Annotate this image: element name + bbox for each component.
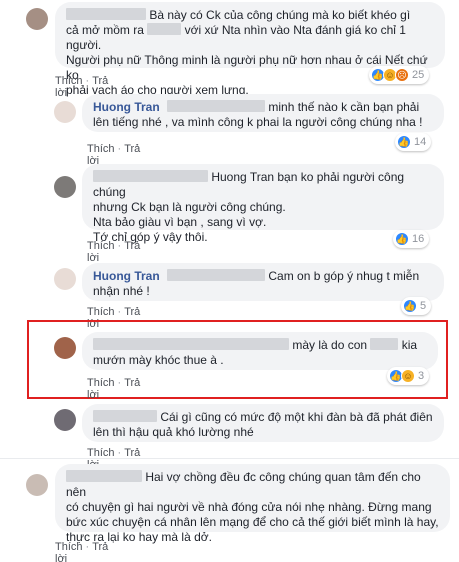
comment-bubble: Huong Tran minh thế nào k cần bạn phải l…	[82, 94, 444, 132]
blurred-name	[93, 170, 208, 182]
comment-bubble: Huong Tran Cam on b góp ý nhug t miễn nh…	[82, 263, 444, 301]
divider	[0, 458, 459, 459]
haha-icon: ☺	[401, 369, 415, 383]
comment-actions: Thích·Trả lời	[87, 240, 141, 264]
like-link[interactable]: Thích	[87, 240, 115, 252]
avatar[interactable]	[26, 474, 48, 496]
blurred-text	[167, 269, 266, 281]
blurred-name	[93, 410, 157, 422]
avatar[interactable]	[54, 337, 76, 359]
comment-bubble: Bà này có Ck của công chúng mà ko biết k…	[55, 2, 445, 97]
like-icon: 👍	[403, 299, 417, 313]
blurred-name	[66, 470, 142, 482]
avatar[interactable]	[26, 8, 48, 30]
comment-bubble: Hai vợ chồng đều đc công chúng quan tâm …	[55, 464, 450, 544]
avatar[interactable]	[54, 101, 76, 123]
blurred-text	[370, 338, 399, 350]
comment-bubble: Cái gì cũng có mức độ một khi đàn bà đã …	[82, 404, 444, 442]
reactions-summary[interactable]: 👍 5	[401, 297, 432, 315]
like-icon: 👍	[397, 135, 411, 149]
like-link[interactable]: Thích	[55, 541, 83, 553]
like-icon: 👍	[395, 232, 409, 246]
blurred-text	[167, 100, 266, 112]
blurred-name	[93, 338, 289, 350]
like-link[interactable]: Thích	[87, 377, 115, 389]
like-link[interactable]: Thích	[87, 143, 115, 155]
like-link[interactable]: Thích	[55, 75, 83, 87]
author-name[interactable]: Huong Tran	[93, 269, 160, 283]
author-name[interactable]: Huong Tran	[93, 100, 160, 114]
comment-bubble: Huong Tran bạn ko phải người công chúng …	[82, 164, 444, 244]
avatar[interactable]	[54, 268, 76, 290]
avatar[interactable]	[54, 409, 76, 431]
reactions-summary[interactable]: 👍 16	[393, 230, 430, 248]
comment-actions: Thích·Trả lời	[87, 377, 141, 401]
reactions-summary[interactable]: 👍 14	[395, 133, 432, 151]
comment-actions: Thích·Trả lời	[55, 541, 108, 562]
comment-bubble: mày là do con kia mướn mày khóc thue à .	[82, 332, 438, 370]
reactions-summary[interactable]: 👍 ☺ ☹ 25	[369, 66, 430, 84]
blurred-name	[66, 8, 146, 20]
avatar[interactable]	[54, 176, 76, 198]
angry-icon: ☹	[395, 68, 409, 82]
blurred-text	[147, 23, 182, 35]
reactions-summary[interactable]: 👍 ☺ 3	[387, 367, 430, 385]
like-link[interactable]: Thích	[87, 306, 115, 318]
